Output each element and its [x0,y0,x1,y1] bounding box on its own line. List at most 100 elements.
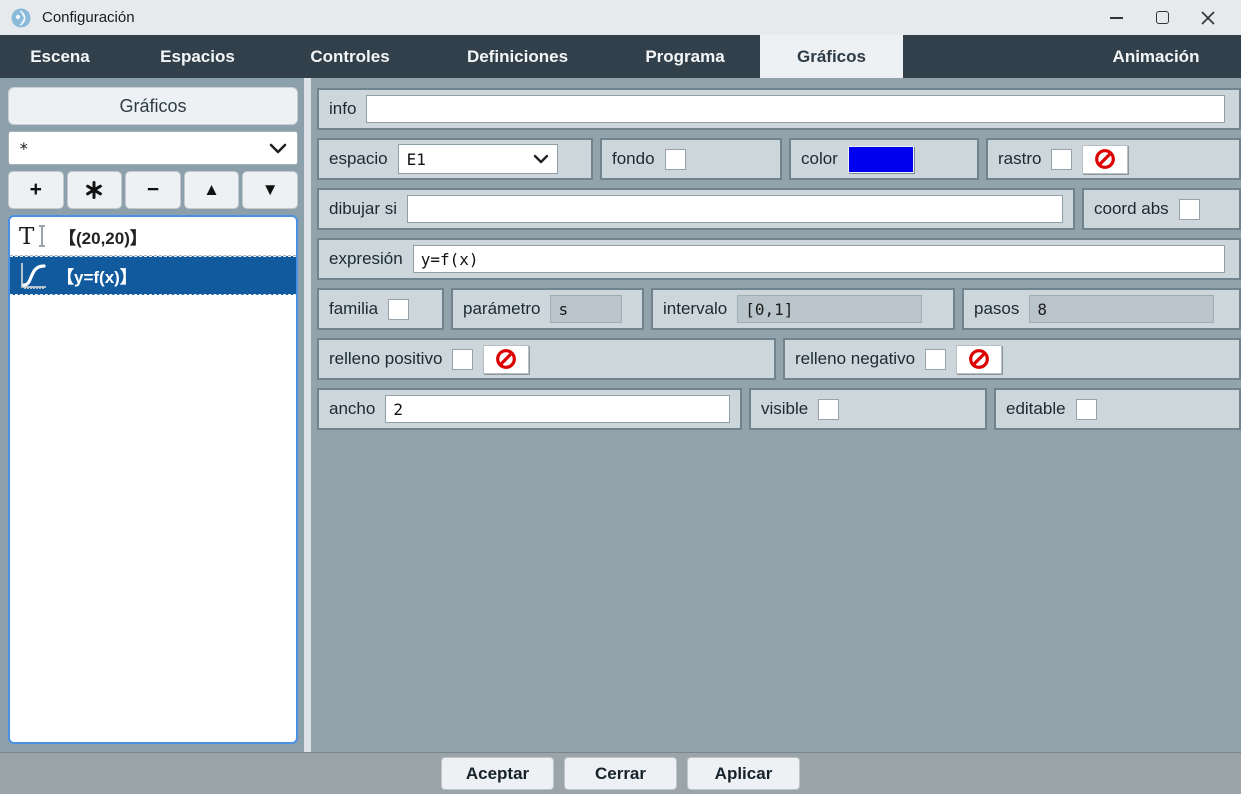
parametro-cell: parámetro [451,288,644,330]
tab-animacion[interactable]: Animación [1071,35,1241,78]
visible-checkbox[interactable] [818,399,839,420]
rastro-none-button[interactable] [1082,145,1128,174]
row-ancho: ancho visible editable [317,388,1241,430]
filter-value: * [19,139,29,158]
coord-abs-checkbox[interactable] [1179,199,1200,220]
espacio-cell: espacio E1 [317,138,593,180]
coord-abs-cell: coord abs [1082,188,1241,230]
fondo-checkbox[interactable] [665,149,686,170]
close-icon [1201,11,1215,25]
move-down-button[interactable]: ▼ [242,171,298,209]
espacio-value: E1 [407,150,426,169]
relleno-negativo-label: relleno negativo [795,349,915,369]
descartes-logo-icon [10,7,32,29]
row-familia: familia parámetro intervalo pasos [317,288,1241,330]
curve-item-icon [18,261,48,291]
dibujar-si-input[interactable] [407,195,1063,223]
color-cell: color [789,138,979,180]
dibujar-si-label: dibujar si [329,199,397,219]
minimize-icon [1110,17,1123,19]
maximize-icon [1156,11,1169,24]
tab-definiciones[interactable]: Definiciones [425,35,610,78]
main-area: Gráficos * + − [0,78,1241,752]
relleno-positivo-none-button[interactable] [483,345,529,374]
row-info: info [317,88,1241,130]
editable-cell: editable [994,388,1241,430]
tab-programa[interactable]: Programa [610,35,760,78]
prohibit-icon [967,347,991,371]
chevron-down-icon [269,143,287,154]
expresion-input[interactable] [413,245,1225,273]
panel-divider [304,78,311,752]
fondo-label: fondo [612,149,655,169]
relleno-positivo-cell: relleno positivo [317,338,776,380]
chevron-down-icon [533,154,549,164]
intervalo-label: intervalo [663,299,727,319]
graphics-list: T 【(20,20)】 [8,215,298,744]
info-cell: info [317,88,1241,130]
expresion-cell: expresión [317,238,1241,280]
info-input[interactable] [366,95,1225,123]
asterisk-icon [84,180,104,200]
list-item-text[interactable]: T 【(20,20)】 [10,217,296,256]
ancho-label: ancho [329,399,375,419]
tab-espacios[interactable]: Espacios [120,35,275,78]
list-item-curve[interactable]: 【y=f(x)】 [10,256,296,295]
apply-button[interactable]: Aplicar [687,757,800,790]
rastro-label: rastro [998,149,1041,169]
relleno-negativo-checkbox[interactable] [925,349,946,370]
graphic-properties-panel: info espacio E1 fondo [311,78,1241,752]
ancho-input[interactable] [385,395,730,423]
rastro-checkbox[interactable] [1051,149,1072,170]
svg-text:T: T [19,224,35,249]
pasos-cell: pasos [962,288,1241,330]
parametro-label: parámetro [463,299,540,319]
row-expresion: expresión [317,238,1241,280]
relleno-negativo-cell: relleno negativo [783,338,1241,380]
row-relleno: relleno positivo relleno negativo [317,338,1241,380]
prohibit-icon [494,347,518,371]
list-item-label: 【(20,20)】 [59,224,147,249]
pasos-label: pasos [974,299,1019,319]
tab-controles[interactable]: Controles [275,35,425,78]
tab-graficos[interactable]: Gráficos [760,35,903,78]
pasos-input[interactable] [1029,295,1214,323]
rastro-cell: rastro [986,138,1241,180]
editable-checkbox[interactable] [1076,399,1097,420]
dialog-footer: Aceptar Cerrar Aplicar [0,752,1241,794]
move-up-button[interactable]: ▲ [184,171,240,209]
familia-label: familia [329,299,378,319]
intervalo-cell: intervalo [651,288,955,330]
remove-button[interactable]: − [125,171,181,209]
titlebar: Configuración [0,0,1241,35]
cerrar-button[interactable]: Cerrar [564,757,677,790]
familia-checkbox[interactable] [388,299,409,320]
text-item-icon: T [18,223,50,249]
graphics-filter-select[interactable]: * [8,131,298,165]
maximize-button[interactable] [1139,3,1185,33]
close-button[interactable] [1185,3,1231,33]
relleno-positivo-checkbox[interactable] [452,349,473,370]
list-item-label: 【y=f(x)】 [57,263,137,288]
minimize-button[interactable] [1093,3,1139,33]
espacio-select[interactable]: E1 [398,144,558,174]
visible-cell: visible [749,388,987,430]
add-button[interactable]: + [8,171,64,209]
accept-button[interactable]: Aceptar [441,757,554,790]
color-swatch[interactable] [848,146,914,173]
tab-escena[interactable]: Escena [0,35,120,78]
window-controls [1093,3,1231,33]
expresion-label: expresión [329,249,403,269]
graphics-list-panel: Gráficos * + − [0,78,304,752]
coord-abs-label: coord abs [1094,199,1169,219]
relleno-negativo-none-button[interactable] [956,345,1002,374]
visible-label: visible [761,399,808,419]
intervalo-input[interactable] [737,295,922,323]
configuracion-window: Configuración Escena Espacios Controles … [0,0,1241,794]
dibujar-si-cell: dibujar si [317,188,1075,230]
parametro-input[interactable] [550,295,622,323]
tab-bar: Escena Espacios Controles Definiciones P… [0,35,1241,78]
duplicate-button[interactable] [67,171,123,209]
editable-label: editable [1006,399,1066,419]
tabbar-spacer [903,35,1071,78]
